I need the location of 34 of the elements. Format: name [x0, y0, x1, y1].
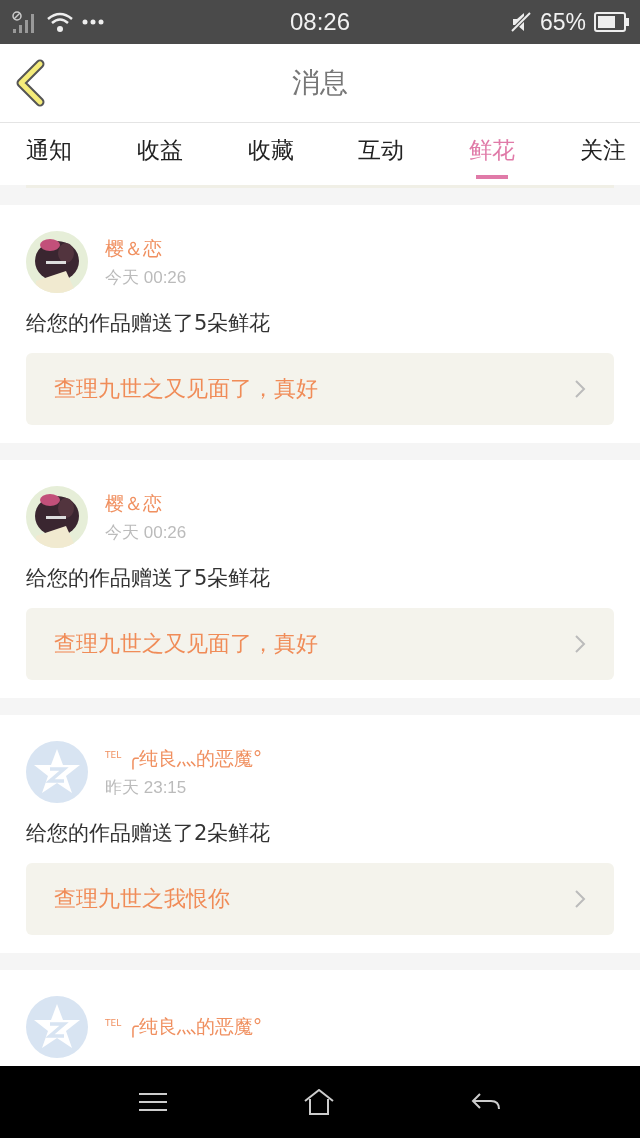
chevron-icon	[574, 889, 586, 909]
tab[interactable]: 互动	[358, 123, 405, 179]
home-icon[interactable]	[304, 1089, 334, 1115]
work-link[interactable]: 查理九世之我恨你	[26, 863, 614, 935]
chevron-icon	[574, 379, 586, 399]
wifi-icon	[46, 11, 74, 33]
message-text: 给您的作品赠送了2朵鲜花	[26, 820, 272, 847]
work-link[interactable]: 查理九世之又见面了，真好	[26, 608, 614, 680]
work-link[interactable]: 查理九世之又见面了，真好	[26, 353, 614, 425]
chevron-icon	[574, 634, 586, 654]
timestamp: 今天 00:26	[105, 266, 187, 289]
user-name[interactable]: $^{TEL}$ ╭纯良灬的恶魔°	[105, 1014, 263, 1040]
timestamp: 昨天 23:15	[105, 776, 188, 799]
message-text: 给您的作品赠送了5朵鲜花	[26, 310, 272, 337]
user-name[interactable]: $^{TEL}$ ╭纯良灬的恶魔°	[105, 745, 263, 772]
tab[interactable]: 鲜花	[469, 123, 516, 179]
user-name[interactable]: 樱＆恋	[105, 235, 187, 262]
page-title: 消息	[292, 65, 348, 101]
timestamp: 今天 00:26	[105, 521, 187, 544]
back-icon[interactable]	[471, 1092, 502, 1112]
tab[interactable]: 通知	[26, 123, 72, 179]
menu-icon[interactable]	[138, 1092, 167, 1112]
default-avatar-icon	[26, 996, 88, 1058]
user-name[interactable]: 樱＆恋	[105, 490, 187, 517]
tab[interactable]: 关注	[580, 123, 626, 179]
tab[interactable]: 收益	[136, 123, 183, 179]
battery-level: 65%	[539, 8, 586, 36]
mute-icon	[509, 11, 532, 33]
more-icon	[82, 19, 104, 25]
tab[interactable]: 收藏	[247, 123, 294, 179]
clock: 08:26	[289, 8, 351, 36]
battery-icon	[594, 12, 630, 32]
message-text: 给您的作品赠送了5朵鲜花	[26, 565, 272, 592]
default-avatar-icon	[26, 741, 88, 803]
